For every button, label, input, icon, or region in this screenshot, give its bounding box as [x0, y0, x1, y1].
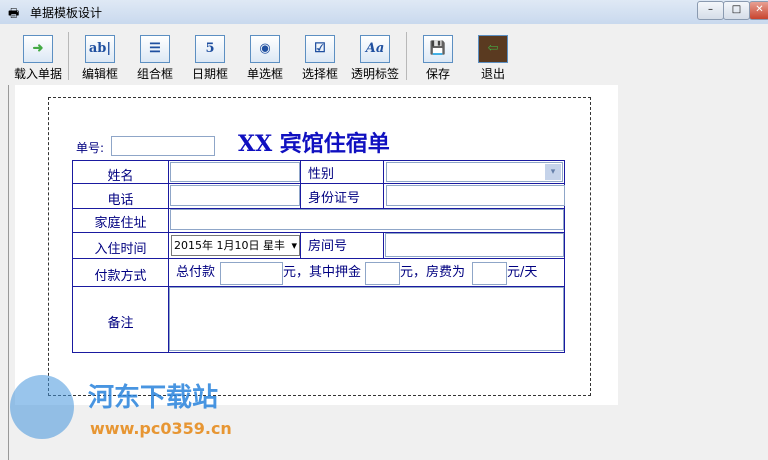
- total-input[interactable]: [220, 262, 283, 285]
- phone-label: 电话: [107, 193, 134, 208]
- room-label: 房间号: [308, 239, 348, 254]
- toolbar: ➜ 载入单据 ab| 编辑框 ☰ 组合框 5 日期框 ◉ 单选框 ☑ 选择框 Aa 透明标签 …: [8, 24, 768, 85]
- id-label: 身份证号: [308, 191, 361, 206]
- label-icon: Aa: [360, 35, 390, 63]
- textbox-icon: ab|: [85, 35, 115, 63]
- exit-icon: ⇦: [478, 35, 508, 63]
- gender-select[interactable]: ▾: [386, 162, 563, 182]
- textbox-button[interactable]: ab| 编辑框: [70, 32, 130, 82]
- checkin-label: 入住时间: [94, 242, 147, 257]
- rate-input[interactable]: [472, 262, 507, 285]
- checkin-date-value: 2015年 1月10日 星丰: [174, 239, 285, 252]
- deposit-input[interactable]: [365, 262, 400, 285]
- date-button[interactable]: 5 日期框: [180, 32, 240, 82]
- number-input[interactable]: [111, 136, 215, 156]
- panel-border: [8, 85, 9, 460]
- label-label: 透明标签: [350, 67, 399, 81]
- close-button[interactable]: ✕: [749, 1, 768, 20]
- payment-label: 付款方式: [94, 269, 147, 284]
- exit-label: 退出: [480, 67, 505, 81]
- app-icon: 🖶: [8, 6, 20, 20]
- date-icon: 5: [195, 35, 225, 63]
- separator: [406, 32, 407, 80]
- id-input[interactable]: [386, 185, 565, 206]
- checkbox-label: 选择框: [301, 67, 338, 81]
- load-icon: ➜: [23, 35, 53, 63]
- deposit-label: 元，其中押金: [283, 265, 362, 280]
- checkbox-button[interactable]: ☑ 选择框: [290, 32, 350, 82]
- title-bar: 🖶 单据模板设计 – □ ✕: [0, 0, 768, 24]
- combobox-label: 组合框: [136, 67, 173, 81]
- number-label: 单号:: [76, 141, 105, 155]
- textbox-label: 编辑框: [81, 67, 118, 81]
- load-label: 载入单据: [13, 67, 62, 81]
- watermark-name: 河东下载站: [88, 383, 219, 413]
- room-input[interactable]: [385, 233, 564, 257]
- gender-label: 性别: [308, 167, 335, 182]
- window-title: 单据模板设计: [30, 6, 103, 20]
- date-label: 日期框: [191, 67, 228, 81]
- exit-button[interactable]: ⇦ 退出: [463, 32, 523, 82]
- remark-label: 备注: [107, 316, 134, 331]
- name-input[interactable]: [170, 162, 300, 182]
- combobox-icon: ☰: [140, 35, 170, 63]
- watermark-icon: [10, 375, 74, 439]
- chevron-down-icon[interactable]: ▾: [545, 164, 561, 180]
- maximize-button[interactable]: □: [723, 1, 750, 20]
- load-button[interactable]: ➜ 载入单据: [8, 32, 68, 82]
- dropdown-arrow-icon[interactable]: ▾: [291, 236, 297, 255]
- rate-label: 元，房费为: [400, 265, 466, 280]
- save-button[interactable]: 💾 保存: [408, 32, 468, 82]
- minimize-button[interactable]: –: [697, 1, 724, 20]
- address-input[interactable]: [170, 209, 564, 230]
- total-label: 总付款: [176, 265, 216, 280]
- per-day-label: 元/天: [507, 265, 538, 280]
- watermark-url: www.pc0359.cn: [90, 419, 232, 438]
- save-label: 保存: [425, 67, 450, 81]
- remark-input[interactable]: [169, 287, 564, 351]
- radio-icon: ◉: [250, 35, 280, 63]
- separator: [68, 32, 69, 80]
- save-icon: 💾: [423, 35, 453, 63]
- name-label: 姓名: [107, 169, 134, 184]
- combobox-button[interactable]: ☰ 组合框: [125, 32, 185, 82]
- radio-label: 单选框: [246, 67, 283, 81]
- label-button[interactable]: Aa 透明标签: [345, 32, 405, 82]
- checkbox-icon: ☑: [305, 35, 335, 63]
- checkin-date-picker[interactable]: 2015年 1月10日 星丰 ▾: [171, 235, 300, 256]
- phone-input[interactable]: [170, 185, 300, 206]
- form-title: XX 宾馆住宿单: [238, 131, 390, 157]
- address-label: 家庭住址: [94, 216, 147, 231]
- watermark-logo: 河东下载站 www.pc0359.cn: [10, 375, 260, 455]
- radio-button[interactable]: ◉ 单选框: [235, 32, 295, 82]
